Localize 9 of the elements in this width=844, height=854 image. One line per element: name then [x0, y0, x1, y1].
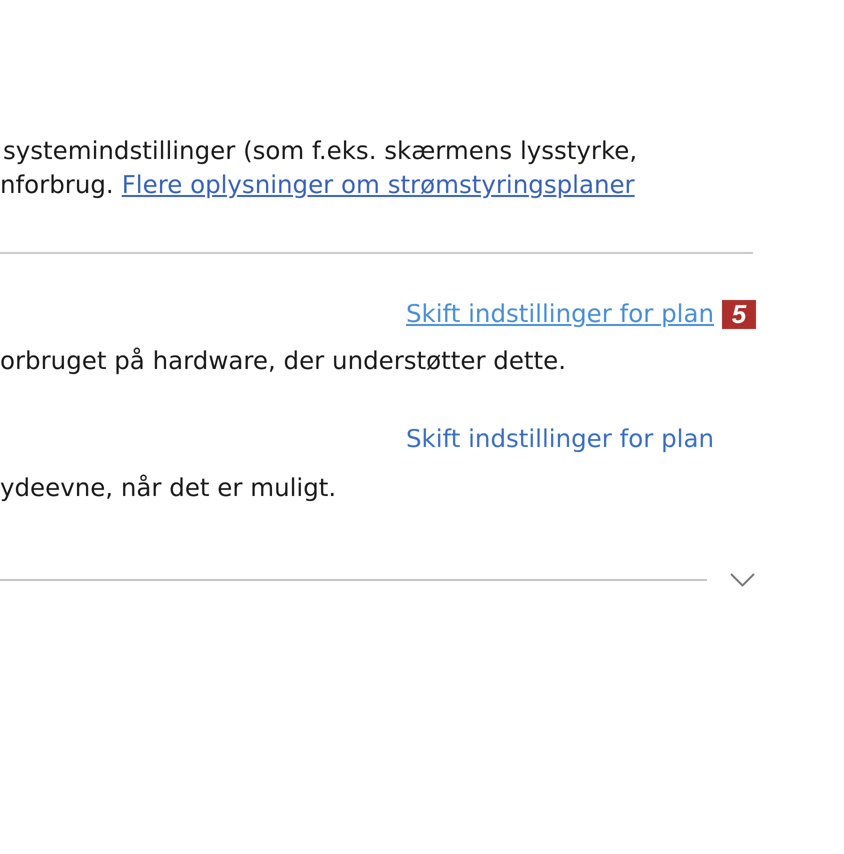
change-plan-settings-link[interactable]: Skift indstillinger for plan [406, 297, 714, 331]
plan-description: ydeevne, når det er muligt. [0, 472, 336, 504]
description-text: systemindstillinger (som f.eks. skærmens lysstyrke, [2, 135, 638, 167]
learn-more-link[interactable]: Flere oplysninger om strømstyringsplaner [122, 170, 635, 199]
plan-description: orbruget på hardware, der understøtter dette. [0, 345, 566, 377]
change-plan-settings-link[interactable]: Skift indstillinger for plan [406, 422, 714, 456]
description-text: nforbrug. [0, 170, 114, 199]
callout-badge: 5 [722, 300, 756, 328]
chevron-down-icon[interactable] [730, 573, 755, 587]
